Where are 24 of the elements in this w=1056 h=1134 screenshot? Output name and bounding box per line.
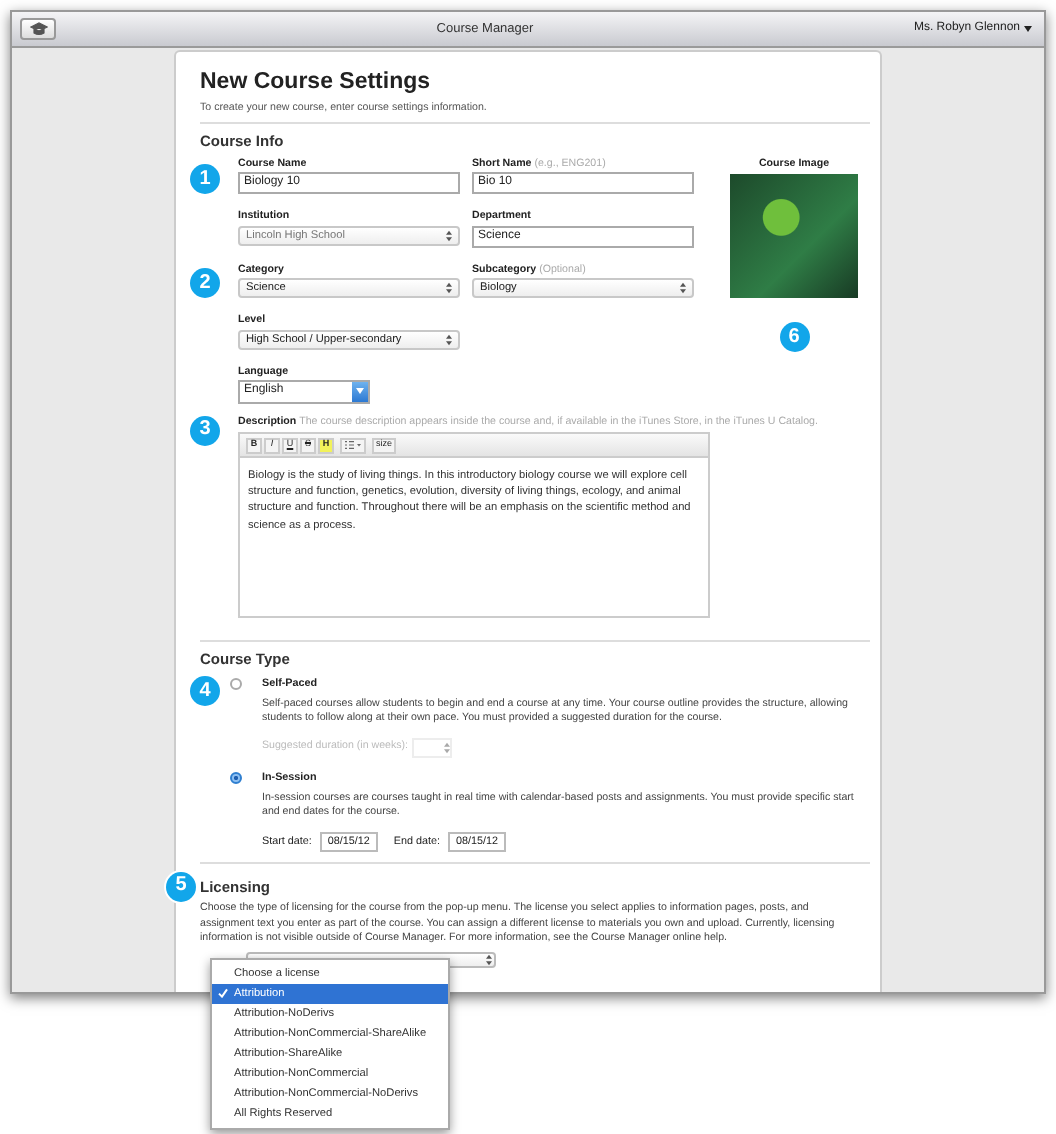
graduation-cap-icon [29,22,47,36]
select-arrows-icon [486,953,492,966]
step-number: 4 [190,676,220,707]
dropdown-arrow-icon [356,388,364,395]
step-number: 6 [779,322,809,353]
graduation-cap-button[interactable] [20,18,56,40]
photo-placeholder [730,174,858,299]
select-arrows-icon [444,742,451,755]
select-arrows-icon [446,333,452,346]
step-number: 3 [190,415,220,446]
radio-button[interactable] [230,678,242,691]
step-number: 2 [190,268,220,299]
step-number: 5 [166,871,196,902]
list-button[interactable] [340,437,366,454]
select-arrows-icon [446,282,452,295]
list-icon [344,440,362,451]
checkmark-icon [218,988,228,998]
step-number: 1 [190,164,220,195]
caret-icon [1024,26,1032,32]
radio-button[interactable] [230,772,242,785]
page-title: New Course Settings [200,70,433,98]
select-arrows-icon [680,282,686,295]
text-editor[interactable] [238,432,710,619]
select-arrows-icon [446,229,452,242]
